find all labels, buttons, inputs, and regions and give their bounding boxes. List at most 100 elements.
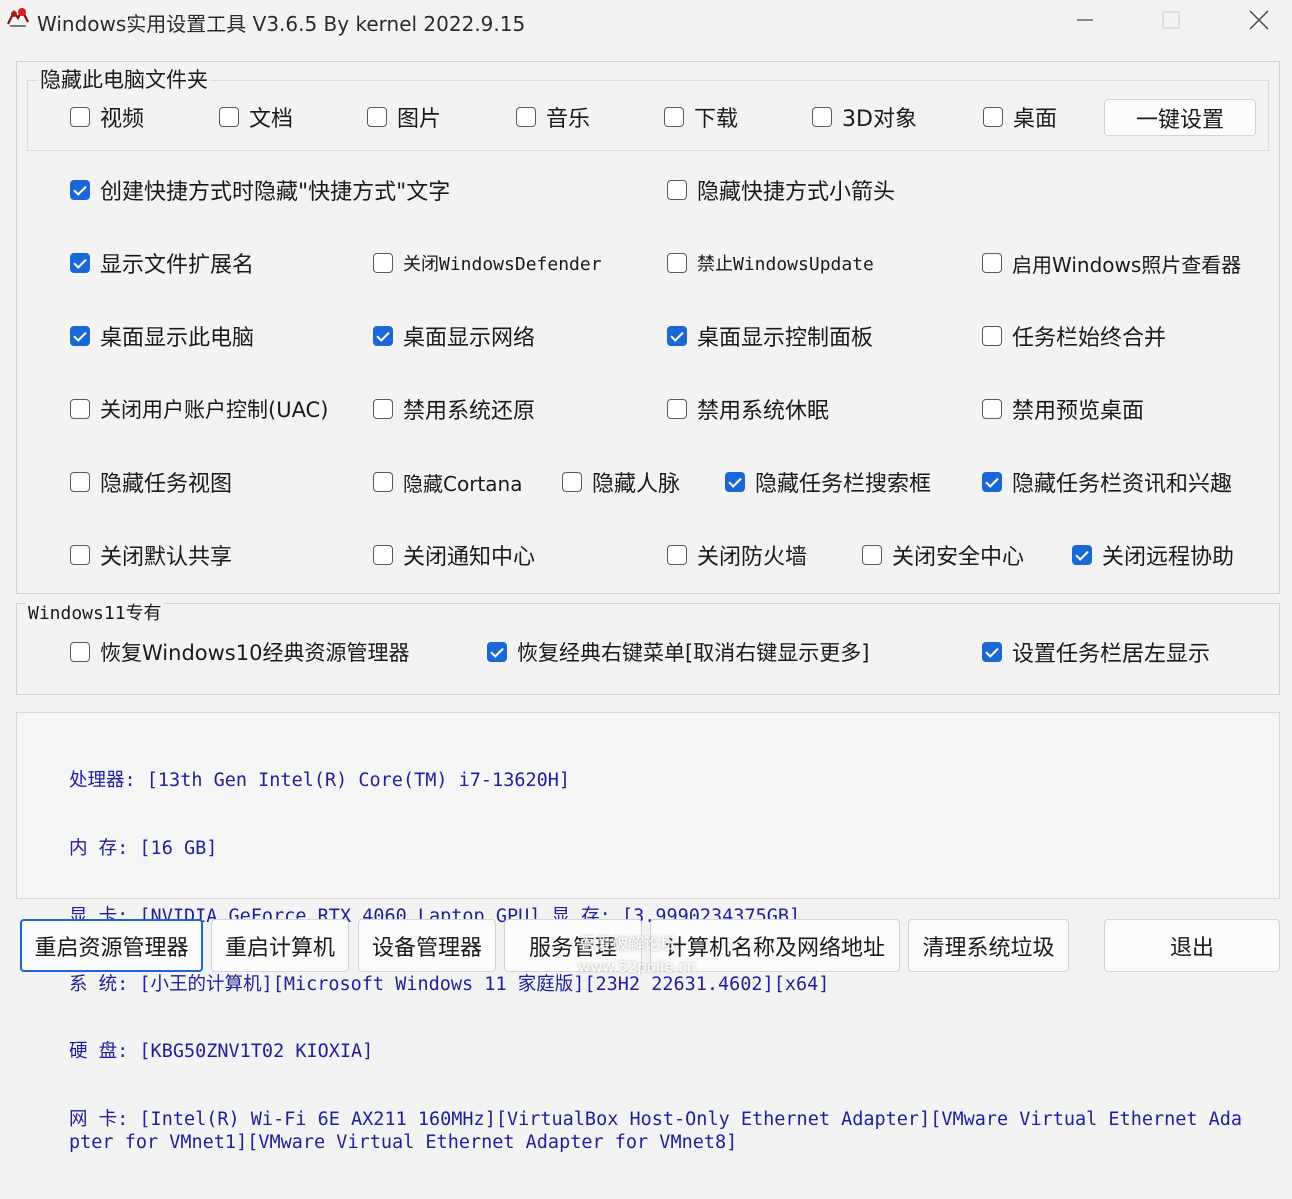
checkbox-box[interactable] xyxy=(373,326,393,346)
checkbox-box[interactable] xyxy=(487,642,507,662)
checkbox-enable-photo-viewer[interactable]: 启用Windows照片查看器 xyxy=(982,248,1241,278)
checkbox-label: 关闭安全中心 xyxy=(892,545,1025,570)
checkbox-hide-cortana[interactable]: 隐藏Cortana xyxy=(373,467,522,497)
checkbox-box[interactable] xyxy=(373,399,393,419)
checkbox-box[interactable] xyxy=(373,472,393,492)
checkbox-show-file-extensions[interactable]: 显示文件扩展名 xyxy=(70,248,254,278)
checkbox-label: 关闭远程协助 xyxy=(1102,545,1235,570)
checkbox-box[interactable] xyxy=(812,107,832,127)
maximize-icon xyxy=(1162,11,1180,29)
checkbox-box[interactable] xyxy=(70,545,90,565)
checkbox-label: 下载 xyxy=(694,107,739,132)
checkbox-hide-documents[interactable]: 文档 xyxy=(219,102,293,132)
checkbox-hide-pictures[interactable]: 图片 xyxy=(367,102,441,132)
restart-explorer-button[interactable]: 重启资源管理器 xyxy=(20,919,203,972)
minimize-icon xyxy=(1077,19,1093,21)
checkbox-box[interactable] xyxy=(664,107,684,127)
checkbox-hide-videos[interactable]: 视频 xyxy=(70,102,144,132)
checkbox-hide-people[interactable]: 隐藏人脉 xyxy=(562,467,680,497)
checkbox-taskbar-always-combine[interactable]: 任务栏始终合并 xyxy=(982,321,1166,351)
checkbox-box[interactable] xyxy=(373,253,393,273)
checkbox-desktop-show-this-pc[interactable]: 桌面显示此电脑 xyxy=(70,321,254,351)
checkbox-label: 视频 xyxy=(100,107,145,132)
checkbox-label: 禁用系统休眠 xyxy=(697,399,830,424)
checkbox-label: 禁用预览桌面 xyxy=(1012,399,1145,424)
checkbox-disable-system-restore[interactable]: 禁用系统还原 xyxy=(373,394,535,424)
close-button[interactable] xyxy=(1229,0,1289,40)
checkbox-box[interactable] xyxy=(982,253,1002,273)
checkbox-disable-uac[interactable]: 关闭用户账户控制(UAC) xyxy=(70,394,328,424)
minimize-button[interactable] xyxy=(1055,0,1115,40)
checkbox-disable-security-center[interactable]: 关闭安全中心 xyxy=(862,540,1024,570)
checkbox-label: 桌面 xyxy=(1013,107,1058,132)
checkbox-disable-remote-assistance[interactable]: 关闭远程协助 xyxy=(1072,540,1234,570)
checkbox-hide-3d-objects[interactable]: 3D对象 xyxy=(812,102,917,132)
checkbox-hide-downloads[interactable]: 下载 xyxy=(664,102,738,132)
one-click-setup-button[interactable]: 一键设置 xyxy=(1104,99,1256,136)
checkbox-classic-context-menu[interactable]: 恢复经典右键菜单[取消右键显示更多] xyxy=(487,637,869,667)
clean-junk-button[interactable]: 清理系统垃圾 xyxy=(908,919,1069,972)
checkbox-box[interactable] xyxy=(667,326,687,346)
checkbox-box[interactable] xyxy=(667,180,687,200)
checkbox-box[interactable] xyxy=(983,107,1003,127)
checkbox-label: 显示文件扩展名 xyxy=(100,253,255,278)
checkbox-box[interactable] xyxy=(667,399,687,419)
checkbox-hide-desktop[interactable]: 桌面 xyxy=(983,102,1057,132)
maximize-button[interactable] xyxy=(1141,0,1201,40)
device-manager-button[interactable]: 设备管理器 xyxy=(358,919,496,972)
checkbox-box[interactable] xyxy=(667,253,687,273)
checkbox-disable-hibernate[interactable]: 禁用系统休眠 xyxy=(667,394,829,424)
checkbox-hide-task-view[interactable]: 隐藏任务视图 xyxy=(70,467,232,497)
checkbox-disable-firewall[interactable]: 关闭防火墙 xyxy=(667,540,807,570)
checkbox-desktop-show-network[interactable]: 桌面显示网络 xyxy=(373,321,535,351)
checkbox-label: 设置任务栏居左显示 xyxy=(1012,642,1211,667)
checkbox-taskbar-align-left[interactable]: 设置任务栏居左显示 xyxy=(982,637,1210,667)
checkbox-hide-shortcut-arrow[interactable]: 隐藏快捷方式小箭头 xyxy=(667,175,895,205)
checkbox-disable-default-share[interactable]: 关闭默认共享 xyxy=(70,540,232,570)
checkbox-box[interactable] xyxy=(982,642,1002,662)
checkbox-label: 音乐 xyxy=(546,107,591,132)
checkbox-box[interactable] xyxy=(70,326,90,346)
checkbox-box[interactable] xyxy=(862,545,882,565)
sysinfo-network: 网 卡: [Intel(R) Wi-Fi 6E AX211 160MHz][Vi… xyxy=(69,1109,1243,1153)
checkbox-box[interactable] xyxy=(982,472,1002,492)
checkbox-box[interactable] xyxy=(70,180,90,200)
restart-computer-button[interactable]: 重启计算机 xyxy=(211,919,349,972)
checkbox-box[interactable] xyxy=(70,399,90,419)
checkbox-box[interactable] xyxy=(373,545,393,565)
checkbox-hide-music[interactable]: 音乐 xyxy=(516,102,590,132)
system-info-box: 处理器: [13th Gen Intel(R) Core(TM) i7-1362… xyxy=(16,712,1280,1153)
checkbox-box[interactable] xyxy=(725,472,745,492)
checkbox-box[interactable] xyxy=(516,107,536,127)
checkbox-restore-win10-explorer[interactable]: 恢复Windows10经典资源管理器 xyxy=(70,637,409,667)
close-icon xyxy=(1249,10,1269,30)
checkbox-disable-defender[interactable]: 关闭WindowsDefender xyxy=(373,248,602,278)
checkbox-label: 隐藏快捷方式小箭头 xyxy=(697,180,896,205)
checkbox-box[interactable] xyxy=(70,472,90,492)
checkbox-label: 恢复经典右键菜单[取消右键显示更多] xyxy=(517,641,870,665)
checkbox-label: 创建快捷方式时隐藏"快捷方式"文字 xyxy=(100,180,451,205)
checkbox-label: 隐藏Cortana xyxy=(403,471,523,496)
checkbox-box[interactable] xyxy=(70,253,90,273)
checkbox-box[interactable] xyxy=(219,107,239,127)
checkbox-disable-notification-center[interactable]: 关闭通知中心 xyxy=(373,540,535,570)
checkbox-hide-news-interests[interactable]: 隐藏任务栏资讯和兴趣 xyxy=(982,467,1232,497)
checkbox-disable-windows-update[interactable]: 禁止WindowsUpdate xyxy=(667,248,874,278)
checkbox-box[interactable] xyxy=(982,326,1002,346)
checkbox-box[interactable] xyxy=(70,642,90,662)
hide-folders-group xyxy=(27,80,1269,151)
checkbox-hide-shortcut-text[interactable]: 创建快捷方式时隐藏"快捷方式"文字 xyxy=(70,175,450,205)
checkbox-label: 关闭通知中心 xyxy=(403,545,536,570)
checkbox-disable-peek-desktop[interactable]: 禁用预览桌面 xyxy=(982,394,1144,424)
checkbox-box[interactable] xyxy=(70,107,90,127)
checkbox-desktop-show-control-panel[interactable]: 桌面显示控制面板 xyxy=(667,321,873,351)
exit-button[interactable]: 退出 xyxy=(1104,919,1280,972)
checkbox-box[interactable] xyxy=(367,107,387,127)
checkbox-box[interactable] xyxy=(982,399,1002,419)
checkbox-box[interactable] xyxy=(667,545,687,565)
checkbox-hide-taskbar-search[interactable]: 隐藏任务栏搜索框 xyxy=(725,467,931,497)
checkbox-box[interactable] xyxy=(562,472,582,492)
checkbox-box[interactable] xyxy=(1072,545,1092,565)
checkbox-label: 禁用系统还原 xyxy=(403,399,536,424)
checkbox-label: 文档 xyxy=(249,107,294,132)
